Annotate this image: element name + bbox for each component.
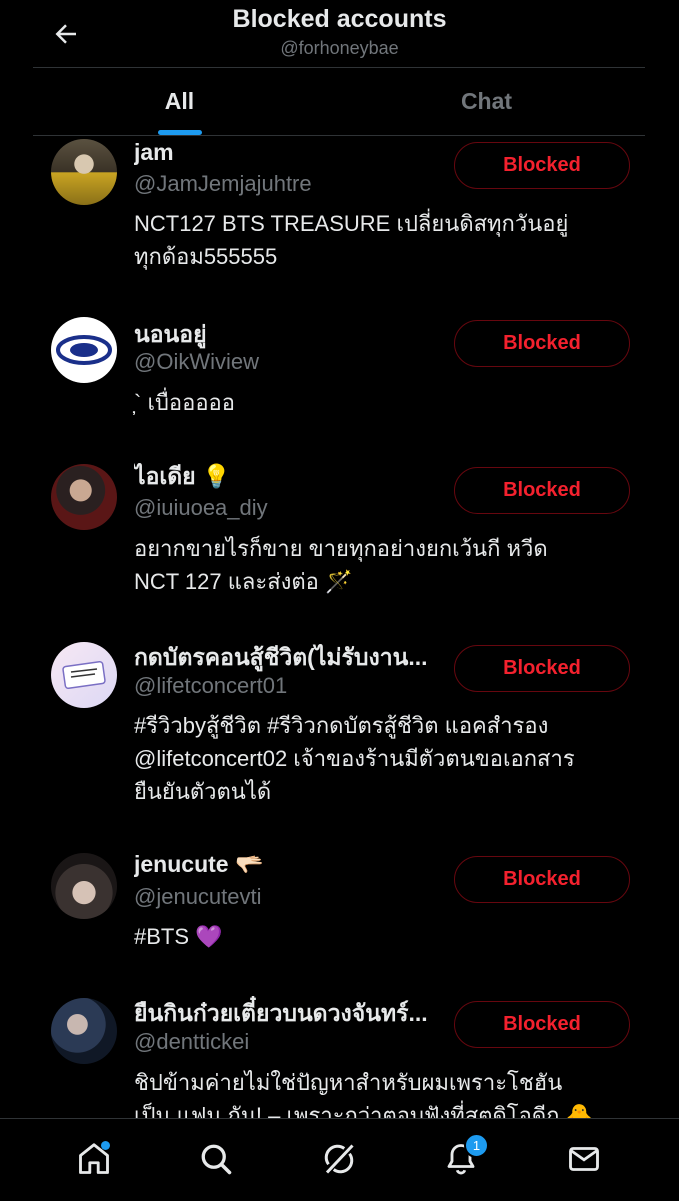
home-unread-dot (101, 1141, 110, 1150)
account-handle: @lifetconcert01 (134, 673, 288, 698)
header: Blocked accounts @forhoneybae (0, 0, 679, 68)
blocked-button[interactable]: Blocked (454, 142, 630, 189)
ticket-icon (62, 660, 106, 690)
avatar[interactable] (51, 317, 117, 383)
bio-line: ยืนยันตัวตนได้ (134, 779, 272, 804)
nav-grok[interactable] (317, 1137, 361, 1181)
account-name[interactable]: jam (134, 139, 174, 166)
nav-notifications[interactable]: 1 (439, 1133, 489, 1181)
tabs-divider (33, 135, 645, 136)
nav-messages[interactable] (562, 1137, 606, 1181)
bio-line: ชิปข้ามค่ายไม่ใช่ปัญหาสำหรับผมเพราะโชฮัน (134, 1070, 563, 1095)
avatar[interactable] (51, 998, 117, 1064)
tab-all[interactable]: All (10, 68, 349, 134)
bio-line: ̦` เบื่อออออ (134, 390, 235, 415)
bio-line: NCT 127 และส่งต่อ 🪄 (134, 569, 353, 594)
account-bio: อยากขายไรก็ขาย ขายทุกอย่างยกเว้นกี หวีด … (134, 532, 634, 598)
account-name[interactable]: ยืนกินก๋วยเตี๋ยวบนดวงจันทร์... (134, 996, 428, 1032)
avatar[interactable] (51, 464, 117, 530)
blocked-button[interactable]: Blocked (454, 856, 630, 903)
tab-bar: All Chat (0, 68, 679, 136)
account-name[interactable]: jenucute 🫳🏻 (134, 851, 264, 878)
account-handle: @denttickei (134, 1029, 250, 1054)
logo-icon (56, 335, 112, 365)
account-name[interactable]: นอนอยู่ (134, 317, 207, 353)
account-name[interactable]: ไอเดีย 💡 (134, 459, 231, 495)
account-handle: @iuiuoea_diy (134, 495, 268, 520)
account-bio: #BTS 💜 (134, 920, 634, 953)
bio-line: #รีวิวbyสู้ชีวิต #รีวิวกดบัตรสู้ชีวิต แอ… (134, 713, 549, 738)
account-handle: @OikWiview (134, 349, 259, 374)
avatar[interactable] (51, 642, 117, 708)
avatar[interactable] (51, 853, 117, 919)
search-icon (201, 1144, 232, 1175)
bio-line: NCT127 BTS TREASURE เปลี่ยนดิสทุกวันอยู่ (134, 211, 569, 236)
page-title: Blocked accounts (232, 5, 447, 33)
grok-icon (324, 1144, 354, 1174)
blocked-button[interactable]: Blocked (454, 320, 630, 367)
nav-search[interactable] (194, 1137, 238, 1181)
nav-home[interactable] (72, 1137, 116, 1181)
tab-chat[interactable]: Chat (317, 68, 656, 134)
avatar[interactable] (51, 139, 117, 205)
bio-line: @lifetconcert02 เจ้าของร้านมีตัวตนขอเอกส… (134, 746, 575, 771)
account-handle: @jenucutevti (134, 884, 262, 909)
account-handle: @JamJemjajuhtre (134, 171, 312, 196)
blocked-button[interactable]: Blocked (454, 1001, 630, 1048)
bio-line: อยากขายไรก็ขาย ขายทุกอย่างยกเว้นกี หวีด (134, 536, 548, 561)
bio-line: #BTS 💜 (134, 924, 223, 949)
bio-line: ทุกด้อม555555 (134, 244, 278, 269)
account-bio: ̦` เบื่อออออ (134, 386, 634, 419)
notification-badge: 1 (464, 1133, 489, 1158)
account-username: @forhoneybae (280, 38, 399, 58)
account-bio: NCT127 BTS TREASURE เปลี่ยนดิสทุกวันอยู่… (134, 207, 634, 273)
bottom-nav: 1 (0, 1118, 679, 1201)
account-bio: #รีวิวbyสู้ชีวิต #รีวิวกดบัตรสู้ชีวิต แอ… (134, 709, 634, 808)
mail-icon (569, 1147, 599, 1171)
blocked-button[interactable]: Blocked (454, 645, 630, 692)
blocked-button[interactable]: Blocked (454, 467, 630, 514)
account-name[interactable]: กดบัตรคอนสู้ชีวิต(ไม่รับงาน... (134, 640, 428, 676)
